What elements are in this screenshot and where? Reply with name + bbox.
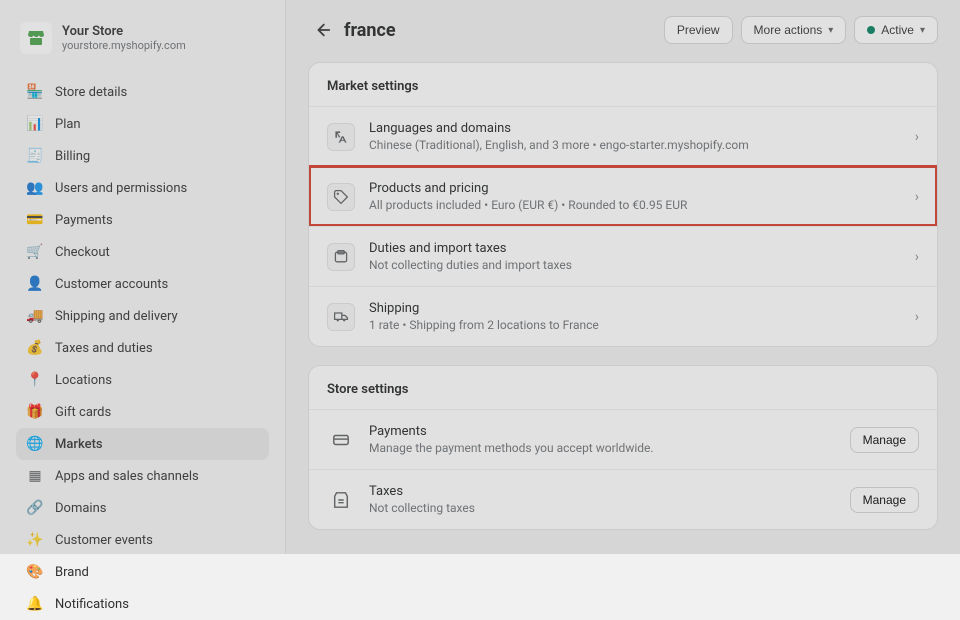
taxes-icon: 💰: [26, 339, 44, 357]
setting-subtitle: 1 rate • Shipping from 2 locations to Fr…: [369, 318, 901, 332]
setting-subtitle: Manage the payment methods you accept wo…: [369, 441, 836, 455]
sidebar-item-customer-accounts[interactable]: 👤Customer accounts: [16, 268, 269, 300]
manage-payments-button[interactable]: Manage: [850, 427, 919, 453]
events-icon: ✨: [26, 531, 44, 549]
sidebar-item-shipping[interactable]: 🚚Shipping and delivery: [16, 300, 269, 332]
sidebar-item-brand[interactable]: 🎨Brand: [16, 556, 269, 588]
payments-icon: 💳: [26, 211, 44, 229]
markets-icon: 🌐: [26, 435, 44, 453]
store-logo-icon: [20, 22, 52, 54]
chevron-right-icon: ›: [915, 189, 919, 205]
billing-icon: 🧾: [26, 147, 44, 165]
market-settings-title: Market settings: [309, 63, 937, 106]
setting-row-payments: Payments Manage the payment methods you …: [309, 409, 937, 469]
setting-title: Products and pricing: [369, 181, 901, 196]
store-header[interactable]: Your Store yourstore.myshopify.com: [16, 18, 269, 58]
setting-row-taxes: Taxes Not collecting taxes Manage: [309, 469, 937, 529]
setting-title: Payments: [369, 424, 836, 439]
plan-icon: 📊: [26, 115, 44, 133]
sidebar-item-customer-events[interactable]: ✨Customer events: [16, 524, 269, 556]
setting-row-languages-domains[interactable]: Languages and domains Chinese (Tradition…: [309, 106, 937, 166]
sidebar-item-gift-cards[interactable]: 🎁Gift cards: [16, 396, 269, 428]
chevron-right-icon: ›: [915, 249, 919, 265]
apps-icon: ▦: [26, 467, 44, 485]
payments-row-icon: [327, 426, 355, 454]
shipping-icon: 🚚: [26, 307, 44, 325]
chevron-right-icon: ›: [915, 129, 919, 145]
arrow-left-icon: [313, 21, 331, 39]
notifications-icon: 🔔: [26, 595, 44, 613]
sidebar-item-users[interactable]: 👥Users and permissions: [16, 172, 269, 204]
sidebar-item-plan[interactable]: 📊Plan: [16, 108, 269, 140]
taxes-row-icon: [327, 486, 355, 514]
duties-icon: [327, 243, 355, 271]
back-button[interactable]: [308, 16, 336, 44]
store-icon: 🏪: [26, 83, 44, 101]
translate-icon: [327, 123, 355, 151]
truck-icon: [327, 303, 355, 331]
chevron-down-icon: ▾: [920, 25, 925, 36]
store-name: Your Store: [62, 24, 186, 39]
chevron-right-icon: ›: [915, 309, 919, 325]
manage-taxes-button[interactable]: Manage: [850, 487, 919, 513]
more-actions-button[interactable]: More actions▾: [741, 16, 847, 44]
customer-icon: 👤: [26, 275, 44, 293]
setting-title: Duties and import taxes: [369, 241, 901, 256]
main-content: france Preview More actions▾ Active▾ Mar…: [286, 0, 960, 554]
sidebar-item-notifications[interactable]: 🔔Notifications: [16, 588, 269, 620]
sidebar-nav: 🏪Store details 📊Plan 🧾Billing 👥Users and…: [16, 76, 269, 620]
setting-title: Shipping: [369, 301, 901, 316]
sidebar-item-domains[interactable]: 🔗Domains: [16, 492, 269, 524]
preview-button[interactable]: Preview: [664, 16, 733, 44]
sidebar-item-apps[interactable]: ▦Apps and sales channels: [16, 460, 269, 492]
setting-subtitle: Chinese (Traditional), English, and 3 mo…: [369, 138, 901, 152]
sidebar-item-markets[interactable]: 🌐Markets: [16, 428, 269, 460]
sidebar-item-store-details[interactable]: 🏪Store details: [16, 76, 269, 108]
market-settings-card: Market settings Languages and domains Ch…: [308, 62, 938, 347]
checkout-icon: 🛒: [26, 243, 44, 261]
settings-sidebar: Your Store yourstore.myshopify.com 🏪Stor…: [0, 0, 286, 554]
store-url: yourstore.myshopify.com: [62, 39, 186, 52]
setting-title: Languages and domains: [369, 121, 901, 136]
sidebar-item-payments[interactable]: 💳Payments: [16, 204, 269, 236]
page-header: france Preview More actions▾ Active▾: [308, 16, 938, 44]
sidebar-item-checkout[interactable]: 🛒Checkout: [16, 236, 269, 268]
tag-icon: [327, 183, 355, 211]
users-icon: 👥: [26, 179, 44, 197]
setting-title: Taxes: [369, 484, 836, 499]
sidebar-item-locations[interactable]: 📍Locations: [16, 364, 269, 396]
page-title: france: [344, 20, 656, 41]
setting-row-shipping[interactable]: Shipping 1 rate • Shipping from 2 locati…: [309, 286, 937, 346]
domains-icon: 🔗: [26, 499, 44, 517]
setting-subtitle: Not collecting duties and import taxes: [369, 258, 901, 272]
status-button[interactable]: Active▾: [854, 16, 938, 44]
sidebar-item-billing[interactable]: 🧾Billing: [16, 140, 269, 172]
location-icon: 📍: [26, 371, 44, 389]
sidebar-item-taxes[interactable]: 💰Taxes and duties: [16, 332, 269, 364]
gift-icon: 🎁: [26, 403, 44, 421]
store-settings-card: Store settings Payments Manage the payme…: [308, 365, 938, 530]
setting-row-duties-taxes[interactable]: Duties and import taxes Not collecting d…: [309, 226, 937, 286]
chevron-down-icon: ▾: [828, 25, 833, 36]
setting-subtitle: All products included • Euro (EUR €) • R…: [369, 198, 901, 212]
store-settings-title: Store settings: [309, 366, 937, 409]
setting-row-products-pricing[interactable]: Products and pricing All products includ…: [309, 166, 937, 226]
status-dot-icon: [867, 26, 875, 34]
brand-icon: 🎨: [26, 563, 44, 581]
setting-subtitle: Not collecting taxes: [369, 501, 836, 515]
